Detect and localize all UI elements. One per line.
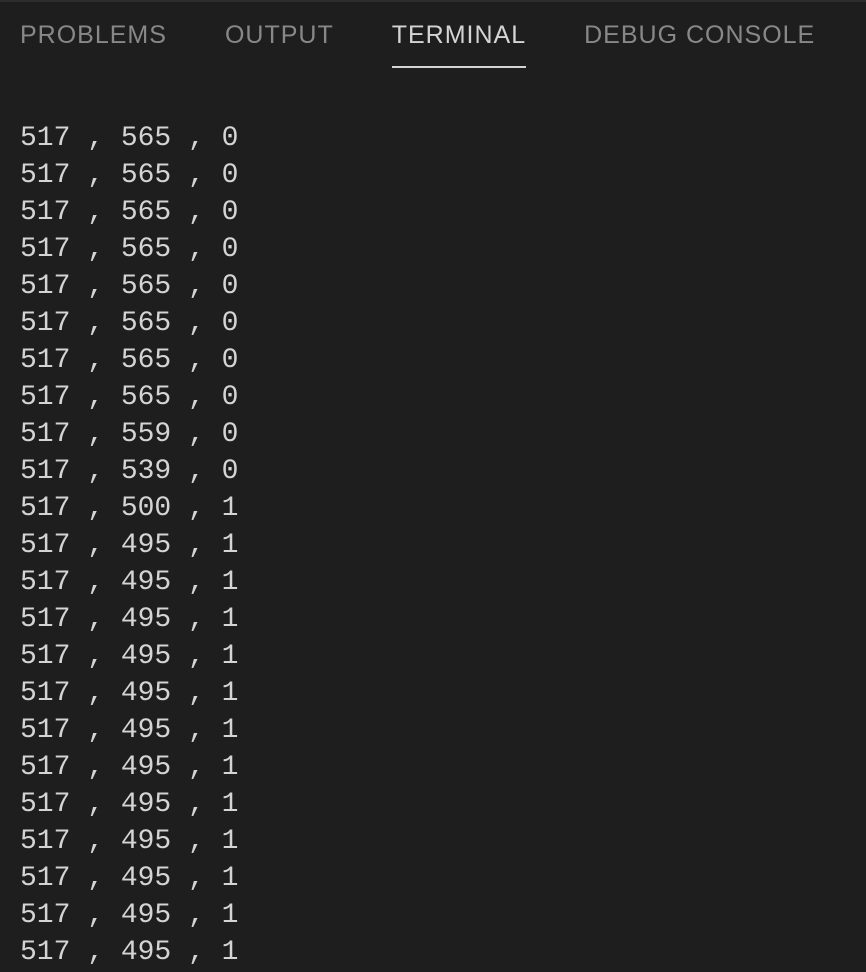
terminal-line: 517 , 565 , 0 (20, 157, 866, 194)
terminal-line: 517 , 565 , 0 (20, 194, 866, 231)
terminal-line: 517 , 495 , 1 (20, 675, 866, 712)
terminal-line: 517 , 495 , 1 (20, 712, 866, 749)
tab-debug-console[interactable]: DEBUG CONSOLE (584, 3, 815, 68)
panel-tab-bar: PROBLEMS OUTPUT TERMINAL DEBUG CONSOLE (0, 2, 866, 70)
terminal-line: 517 , 500 , 1 (20, 490, 866, 527)
terminal-line: 517 , 495 , 1 (20, 749, 866, 786)
terminal-line: 517 , 495 , 1 (20, 638, 866, 675)
terminal-line: 517 , 565 , 0 (20, 120, 866, 157)
tab-terminal[interactable]: TERMINAL (392, 3, 526, 68)
terminal-line: 517 , 565 , 0 (20, 231, 866, 268)
terminal-line: 517 , 495 , 1 (20, 823, 866, 860)
terminal-line: 517 , 495 , 1 (20, 860, 866, 897)
terminal-line: 517 , 565 , 0 (20, 379, 866, 416)
tab-output[interactable]: OUTPUT (225, 3, 334, 68)
terminal-line: 517 , 565 , 0 (20, 305, 866, 342)
tab-problems[interactable]: PROBLEMS (20, 3, 167, 68)
terminal-line: 517 , 495 , 1 (20, 564, 866, 601)
terminal-line: 517 , 495 , 1 (20, 786, 866, 823)
terminal-line: 517 , 495 , 1 (20, 527, 866, 564)
terminal-line: 517 , 495 , 1 (20, 934, 866, 971)
terminal-line: 517 , 565 , 0 (20, 268, 866, 305)
terminal-line: 517 , 565 , 0 (20, 342, 866, 379)
terminal-line: 517 , 495 , 1 (20, 897, 866, 934)
terminal-line: 517 , 559 , 0 (20, 416, 866, 453)
terminal-line: 517 , 539 , 0 (20, 453, 866, 490)
terminal-output[interactable]: 517 , 565 , 0517 , 565 , 0517 , 565 , 05… (0, 70, 866, 971)
terminal-line: 517 , 495 , 1 (20, 601, 866, 638)
